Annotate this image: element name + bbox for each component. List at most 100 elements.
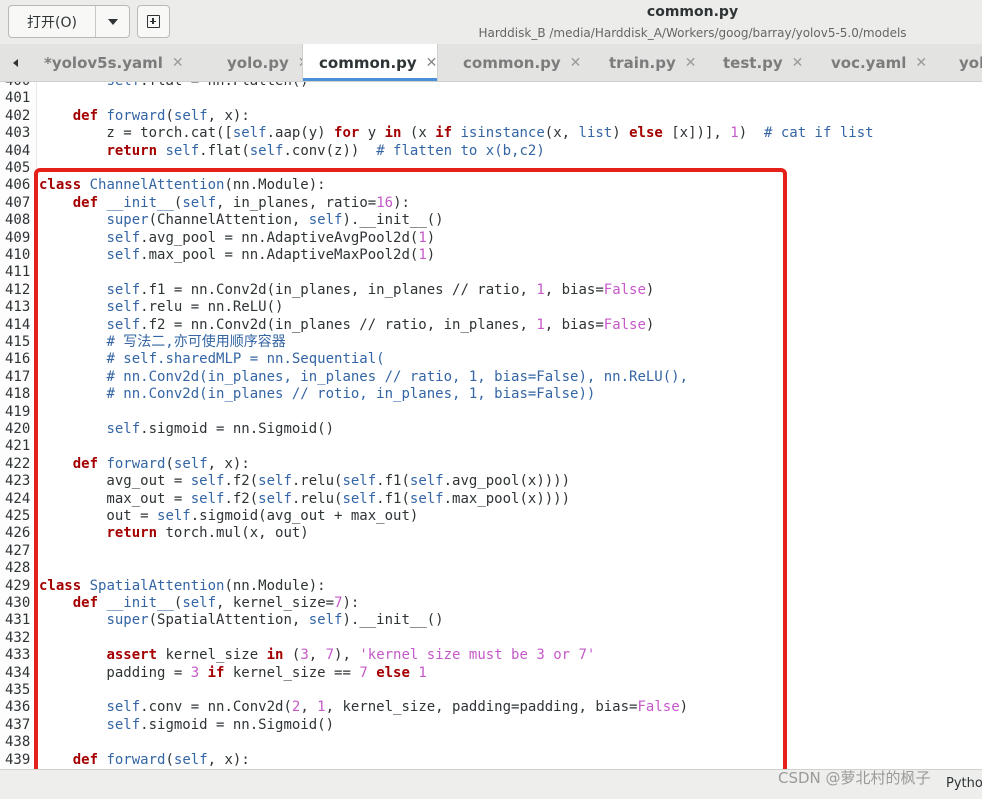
line-number: 437 [5, 716, 31, 733]
tab-1[interactable]: *yolov5s.yaml ✕ [30, 44, 202, 81]
line-number: 415 [5, 334, 31, 350]
line-number: 418 [5, 386, 31, 403]
line-code: return self.flat(self.conv(z)) # flatten… [106, 142, 545, 159]
line-number: 414 [5, 316, 31, 333]
line-code: # nn.Conv2d(in_planes // rotio, in_plane… [106, 386, 596, 403]
header-bar: 打开(O) common.py Harddisk_B /media/Harddi… [0, 0, 982, 44]
line-number: 438 [5, 734, 31, 751]
line-number: 423 [5, 473, 31, 490]
line-code: self.flat = nn.Flatten() [39, 82, 308, 90]
open-menu-button[interactable] [96, 6, 129, 37]
window-subtitle: Harddisk_B /media/Harddisk_A/Workers/goo… [478, 26, 907, 40]
line-code: def forward(self, x): [72, 107, 250, 124]
line-number: 408 [5, 212, 31, 229]
new-tab-button[interactable] [137, 5, 170, 38]
line-number: 421 [5, 438, 31, 455]
tab-8[interactable]: yolo [934, 44, 982, 81]
tab-label: yolo [959, 53, 982, 72]
line-code: self.relu = nn.ReLU() [106, 299, 284, 316]
code-editor[interactable]: 400 self.flat = nn.Flatten() 401402 def f… [0, 82, 982, 769]
line-number: 432 [5, 629, 31, 646]
line-number: 428 [5, 560, 31, 577]
line-code: self.f1 = nn.Conv2d(in_planes, in_planes… [106, 281, 655, 298]
tab-scroll-left-button[interactable] [0, 44, 30, 81]
close-icon[interactable]: ✕ [792, 55, 804, 71]
line-number: 402 [5, 107, 31, 124]
line-code: self.f2 = nn.Conv2d(in_planes // ratio, … [106, 316, 655, 333]
line-code: # 写法二,亦可使用顺序容器 [106, 334, 286, 350]
line-code: def forward(self, x): [72, 455, 250, 472]
tab-label: test.py [723, 53, 783, 72]
line-code: self.conv = nn.Conv2d(2, 1, kernel_size,… [106, 699, 689, 716]
tab-3[interactable]: common.py ✕ [302, 44, 438, 81]
line-number: 406 [5, 177, 31, 194]
line-code: self.max_pool = nn.AdaptiveMaxPool2d(1) [106, 247, 436, 263]
close-icon[interactable]: ✕ [915, 55, 927, 71]
line-code: def __init__(self, kernel_size=7): [72, 595, 360, 611]
new-document-icon [147, 15, 160, 28]
line-code: super(SpatialAttention, self).__init__() [106, 612, 444, 629]
window-title: common.py [646, 4, 739, 20]
line-number: 422 [5, 455, 31, 472]
line-code: def forward(self, x): [72, 751, 250, 768]
close-icon[interactable]: ✕ [426, 55, 438, 71]
line-code: self.sigmoid = nn.Sigmoid() [106, 716, 335, 733]
watermark: CSDN @萝北村的枫子 [778, 769, 931, 787]
language-indicator[interactable]: Python [946, 776, 982, 791]
tab-label: voc.yaml [831, 53, 907, 72]
tab-label: common.py [463, 53, 561, 72]
line-code: z = torch.cat([self.aap(y) for y in (x i… [39, 125, 874, 142]
line-number: 426 [5, 525, 31, 542]
line-number: 429 [5, 577, 31, 594]
line-number: 434 [5, 664, 31, 681]
close-icon[interactable]: ✕ [570, 55, 582, 71]
tab-6[interactable]: test.py ✕ [698, 44, 806, 81]
line-code: out = self.sigmoid(avg_out + max_out) [39, 508, 419, 524]
line-number: 425 [5, 508, 31, 524]
line-number: 412 [5, 281, 31, 298]
line-number: 413 [5, 299, 31, 316]
line-number: 400 [5, 82, 35, 90]
line-number: 427 [5, 542, 31, 559]
line-code: padding = 3 if kernel_size == 7 else 1 [39, 664, 427, 681]
close-icon[interactable]: ✕ [172, 55, 184, 71]
tab-5[interactable]: train.py ✕ [584, 44, 698, 81]
tab-7[interactable]: voc.yaml ✕ [806, 44, 934, 81]
line-code: self.avg_pool = nn.AdaptiveAvgPool2d(1) [106, 229, 436, 246]
close-icon[interactable]: ✕ [685, 55, 697, 71]
line-number: 439 [5, 751, 31, 768]
tab-bar: *yolov5s.yaml✕yolo.py✕common.py✕common.p… [0, 44, 982, 82]
line-code: # self.sharedMLP = nn.Sequential( [106, 351, 385, 368]
chevron-left-icon [12, 58, 18, 67]
open-button-label: 打开(O) [27, 14, 77, 31]
line-number: 409 [5, 229, 31, 246]
line-number: 416 [5, 351, 31, 368]
line-number: 436 [5, 699, 31, 716]
tab-label: yolo.py [227, 53, 289, 72]
line-number: 401 [5, 90, 31, 107]
line-code: avg_out = self.f2(self.relu(self.f1(self… [39, 473, 571, 490]
line-code: # nn.Conv2d(in_planes, in_planes // rati… [106, 368, 689, 385]
line-number: 419 [5, 403, 31, 420]
open-button[interactable]: 打开(O) [9, 6, 96, 37]
line-number: 404 [5, 142, 31, 159]
line-number: 410 [5, 247, 31, 263]
line-number: 424 [5, 490, 31, 507]
line-code: max_out = self.f2(self.relu(self.f1(self… [39, 490, 571, 507]
line-number: 407 [5, 194, 31, 211]
tab-label: *yolov5s.yaml [44, 53, 163, 72]
line-number: 417 [5, 368, 31, 385]
line-number: 405 [5, 160, 31, 176]
line-number: 430 [5, 595, 31, 611]
line-code: super(ChannelAttention, self).__init__() [106, 212, 444, 229]
tab-2[interactable]: yolo.py✕ [202, 44, 309, 81]
line-number: 411 [5, 264, 31, 281]
line-number: 420 [5, 421, 31, 437]
line-code: def __init__(self, in_planes, ratio=16): [72, 194, 410, 211]
line-code: class ChannelAttention(nn.Module): [39, 177, 326, 194]
line-code: assert kernel_size in (3, 7), 'kernel si… [106, 647, 596, 664]
line-code: return torch.mul(x, out) [106, 525, 309, 542]
line-number: 435 [5, 682, 31, 698]
tab-4[interactable]: common.py ✕ [438, 44, 584, 81]
tab-label: common.py [319, 53, 417, 72]
